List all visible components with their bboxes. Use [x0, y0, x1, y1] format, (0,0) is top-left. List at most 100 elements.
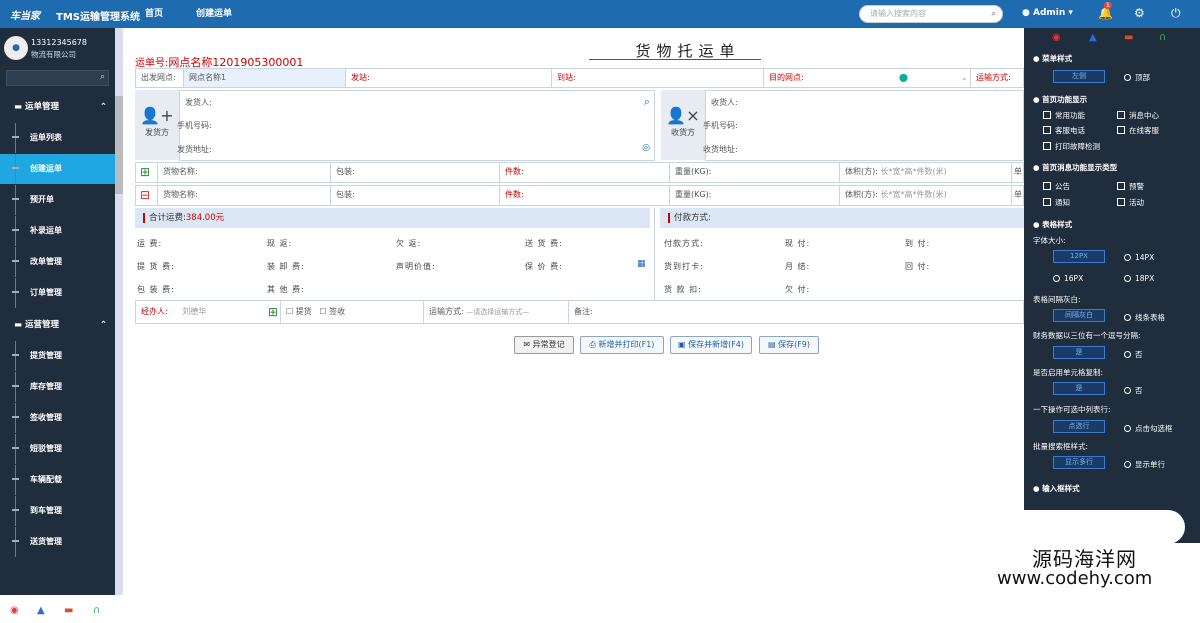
warning-checkbox[interactable]: 预警: [1117, 181, 1144, 192]
click-row-option[interactable]: 点选行: [1053, 420, 1105, 433]
sidebar-item-inventory[interactable]: 库存管理: [0, 372, 115, 402]
remark-field[interactable]: 备注:: [569, 301, 1025, 323]
home-message-heading: ● 首页消息功能显示类型: [1033, 163, 1118, 172]
search-icon[interactable]: ⌕: [992, 6, 996, 22]
target-icon[interactable]: ◉: [10, 605, 19, 616]
weight-label[interactable]: 重量(KG):: [670, 163, 840, 182]
goods-name-label[interactable]: 货物名称:: [158, 186, 331, 205]
pieces-label[interactable]: 件数:: [500, 186, 670, 205]
sidebar-item-signoff[interactable]: 签收管理: [0, 403, 115, 433]
activity-checkbox[interactable]: 活动: [1117, 197, 1144, 208]
sidebar-group-operations[interactable]: ▬ 运营管理 ⌃: [0, 310, 115, 340]
goods-name-label[interactable]: 货物名称:: [158, 163, 331, 182]
add-print-button[interactable]: ⎙ 新增并打印(F1): [580, 336, 664, 354]
handler-field[interactable]: 经办人: 刘德华 ⊞: [136, 301, 281, 323]
print-check-checkbox[interactable]: 打印故障检测: [1043, 141, 1100, 152]
location-icon[interactable]: ◎: [642, 143, 650, 153]
copy-no-option[interactable]: 否: [1124, 385, 1143, 396]
font-18-option[interactable]: 18PX: [1124, 274, 1154, 283]
user-menu[interactable]: ● Admin ▾: [1022, 8, 1073, 18]
headset-icon[interactable]: ∩: [1159, 32, 1166, 43]
weight-label[interactable]: 重量(KG):: [670, 186, 840, 205]
from-station-field[interactable]: 发站:: [346, 69, 552, 87]
sidebar-item-arrival[interactable]: 到车管理: [0, 496, 115, 526]
pack-label[interactable]: 包装:: [331, 186, 500, 205]
headset-icon[interactable]: ∩: [93, 605, 100, 616]
transport-select[interactable]: 运输方式: —请选择运输方式—: [424, 301, 569, 323]
menu-left-option[interactable]: 左侧: [1053, 70, 1105, 83]
home-display-heading: ● 首页功能显示: [1033, 95, 1088, 104]
common-functions-checkbox[interactable]: 常用功能: [1043, 110, 1085, 121]
to-station-field[interactable]: 到站:: [552, 69, 764, 87]
calculator-icon[interactable]: ▦: [637, 259, 646, 269]
volume-field[interactable]: 体积(方): 长*宽*高*件数(米): [840, 163, 1012, 182]
sidebar-item-pre-order[interactable]: 预开单: [0, 185, 115, 215]
finance-yes-option[interactable]: 是: [1053, 346, 1105, 359]
sidebar-footer: ◉ ▲ ▬ ∩: [0, 600, 115, 623]
add-row-icon[interactable]: ⊞: [136, 163, 158, 182]
multi-line-option[interactable]: 显示多行: [1053, 456, 1105, 469]
sidebar-item-orders[interactable]: 订单管理: [0, 278, 115, 308]
gear-icon[interactable]: ⚙: [1134, 6, 1145, 20]
depart-label: 出发网点:: [136, 69, 184, 87]
font-14-option[interactable]: 14PX: [1124, 253, 1154, 262]
online-service-checkbox[interactable]: 在线客服: [1117, 125, 1159, 136]
sidebar-item-modify[interactable]: 改单管理: [0, 247, 115, 277]
heading-label: 输入框样式: [1042, 484, 1080, 493]
search-input[interactable]: 请输入搜索内容 ⌕: [859, 5, 1003, 23]
sidebar-search-input[interactable]: ⌕: [6, 70, 109, 86]
target-icon[interactable]: ◉: [1052, 32, 1061, 43]
sidebar-group-waybill[interactable]: ▬ 运单管理 ⌃: [0, 92, 115, 122]
dest-branch-field[interactable]: 目的网点: ⬤ ⌄: [764, 69, 971, 87]
sidebar-item-create-waybill[interactable]: 创建运单: [0, 154, 115, 184]
signoff-checkbox[interactable]: ☐ 签收: [319, 307, 345, 316]
ship-method-label[interactable]: 运输方式:: [971, 69, 1025, 87]
user-icon[interactable]: ▲: [37, 605, 45, 616]
sidebar-item-delivery[interactable]: 送货管理: [0, 527, 115, 557]
menu-top-option[interactable]: 顶部: [1124, 72, 1150, 83]
sidebar-item-supplement[interactable]: 补录运单: [0, 216, 115, 246]
notification-checkbox[interactable]: 通知: [1043, 197, 1070, 208]
pieces-label[interactable]: 件数:: [500, 163, 670, 182]
click-checkbox-option[interactable]: 点击勾选框: [1124, 423, 1173, 434]
search-icon[interactable]: ⌕: [100, 72, 105, 82]
sidebar-item-loading[interactable]: 车辆配载: [0, 465, 115, 495]
depart-field[interactable]: 网点名称1: [184, 69, 346, 87]
search-icon[interactable]: ⌕: [644, 95, 650, 109]
tab-home[interactable]: 首页: [135, 0, 173, 28]
from-label: 发站:: [351, 73, 370, 82]
service-phone-checkbox[interactable]: 客服电话: [1043, 125, 1085, 136]
power-icon[interactable]: ⏻: [1171, 6, 1181, 21]
user-name: Admin ▾: [1033, 8, 1073, 18]
receiver-address-label: 收货地址:: [703, 145, 738, 154]
tab-create-waybill[interactable]: 创建运单: [170, 0, 260, 28]
add-icon[interactable]: ⊞: [268, 301, 278, 323]
zebra-option[interactable]: 间隔灰白: [1053, 309, 1105, 322]
save-button[interactable]: ▤ 保存(F9): [759, 336, 819, 354]
save-add-button[interactable]: ▣ 保存并新增(F4): [670, 336, 752, 354]
volume-field[interactable]: 体积(方): 长*宽*高*件数(米): [840, 186, 1012, 205]
heading-label: 首页消息功能显示类型: [1042, 163, 1118, 172]
card-icon[interactable]: ▬: [64, 605, 73, 616]
user-icon[interactable]: ▲: [1089, 32, 1097, 43]
line-table-option[interactable]: 线条表格: [1124, 312, 1165, 323]
message-center-checkbox[interactable]: 消息中心: [1117, 110, 1159, 121]
avatar[interactable]: ●: [4, 36, 28, 60]
finance-no-option[interactable]: 否: [1124, 349, 1143, 360]
font-16-option[interactable]: 16PX: [1053, 274, 1083, 283]
sidebar-item-waybill-list[interactable]: 运单列表: [0, 123, 115, 153]
exception-register-button[interactable]: ✉ 异常登记: [514, 336, 574, 354]
pack-label[interactable]: 包装:: [331, 163, 500, 182]
sidebar-item-pickup[interactable]: 提货管理: [0, 341, 115, 371]
pickup-checkbox[interactable]: ☐ 提货: [286, 307, 312, 316]
card-icon[interactable]: ▬: [1124, 32, 1133, 43]
single-line-option[interactable]: 显示单行: [1124, 459, 1165, 470]
notice-checkbox[interactable]: 公告: [1043, 181, 1070, 192]
sidebar-item-shuttle[interactable]: 短驳管理: [0, 434, 115, 464]
font-12-option[interactable]: 12PX: [1053, 250, 1105, 263]
copy-yes-option[interactable]: 是: [1053, 382, 1105, 395]
remove-row-icon[interactable]: ⊟: [136, 186, 158, 205]
scrollbar-thumb[interactable]: [115, 96, 123, 194]
total-label: 合计运费:: [149, 213, 186, 223]
sidebar-scrollbar[interactable]: [115, 28, 123, 595]
